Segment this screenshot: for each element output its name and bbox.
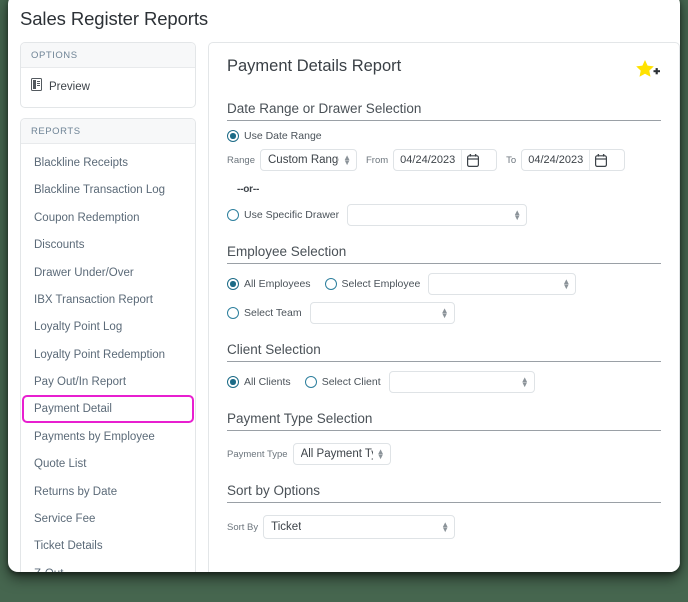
sidebar-item-preview[interactable]: Preview [21, 73, 195, 100]
sidebar-report-item[interactable]: Discounts [22, 231, 194, 258]
sidebar-report-item[interactable]: Coupon Redemption [22, 204, 194, 231]
sidebar-report-item[interactable]: Z-Out [22, 560, 194, 572]
payment-type-label: Payment Type [227, 448, 288, 460]
content-area: OPTIONS Preview REPORTS Blackline Receip… [8, 30, 680, 572]
employee-select[interactable]: ▲ ▼ [428, 273, 577, 295]
chevron-updown-icon: ▲ ▼ [513, 208, 522, 222]
reports-panel: REPORTS Blackline Receipts Blackline Tran… [20, 118, 196, 572]
range-select[interactable]: Custom Range ▲ ▼ [260, 149, 357, 171]
from-date-input[interactable]: 04/24/2023 [393, 149, 498, 171]
radio-select-employee-label[interactable]: Select Employee [342, 278, 421, 290]
sort-by-row: Sort By Ticket ▲ ▼ [227, 515, 661, 539]
sort-by-label: Sort By [227, 521, 259, 533]
sidebar-report-item[interactable]: Payment Detail [22, 395, 194, 423]
client-radio-row: All Clients Select Client ▲ ▼ [227, 371, 661, 393]
options-panel: OPTIONS Preview [20, 42, 196, 108]
radio-use-specific-drawer[interactable] [227, 209, 239, 221]
radio-use-date-range-label[interactable]: Use Date Range [244, 130, 322, 142]
employee-radio-row-2: Select Team ▲ ▼ [227, 302, 661, 324]
section-title-payment-type: Payment Type Selection [227, 411, 661, 431]
use-specific-drawer-row: Use Specific Drawer ▲ ▼ [227, 204, 661, 226]
reports-panel-header: REPORTS [21, 119, 195, 144]
calendar-icon[interactable] [461, 150, 484, 170]
radio-all-employees[interactable] [227, 278, 239, 290]
radio-select-client-label[interactable]: Select Client [322, 376, 381, 388]
section-title-sort-by: Sort by Options [227, 483, 661, 503]
sidebar-report-item[interactable]: IBX Transaction Report [22, 286, 194, 313]
client-select[interactable]: ▲ ▼ [388, 371, 535, 393]
sort-by-select[interactable]: Ticket ▲ ▼ [263, 515, 456, 539]
radio-select-client[interactable] [304, 376, 317, 388]
sidebar-report-item[interactable]: Quote List [22, 450, 194, 477]
section-title-employee: Employee Selection [227, 244, 661, 264]
sidebar-item-preview-label: Preview [49, 81, 90, 93]
from-label: From [366, 154, 389, 166]
date-range-fields-row: Range Custom Range ▲ ▼ From 04/24/2023 T… [227, 149, 661, 171]
to-date-input[interactable]: 04/24/2023 [521, 149, 626, 171]
main-header: Payment Details Report [227, 57, 661, 83]
sidebar-report-item[interactable]: Ticket Details [22, 532, 194, 559]
range-label: Range [227, 154, 255, 166]
sidebar-report-item[interactable]: Loyalty Point Redemption [22, 341, 194, 368]
payment-type-row: Payment Type All Payment Types ▲▼ [227, 443, 661, 465]
page-title: Sales Register Reports [20, 8, 209, 29]
section-title-client: Client Selection [227, 342, 661, 362]
chevron-updown-icon: ▲ ▼ [440, 306, 449, 320]
payment-type-select-value: All Payment Types [300, 448, 373, 460]
or-separator: --or-- [237, 184, 260, 195]
drawer-select[interactable]: ▲ ▼ [347, 204, 528, 226]
sort-by-select-value: Ticket [271, 521, 302, 533]
options-panel-body: Preview [21, 68, 195, 107]
radio-use-specific-drawer-label[interactable]: Use Specific Drawer [244, 209, 339, 221]
radio-select-team-label[interactable]: Select Team [244, 307, 302, 319]
report-document-icon [31, 78, 42, 96]
sidebar-report-item[interactable]: Service Fee [22, 505, 194, 532]
chevron-updown-icon: ▲ ▼ [562, 277, 571, 291]
options-panel-header: OPTIONS [21, 43, 195, 68]
radio-use-date-range[interactable] [227, 130, 239, 142]
sidebar-report-item[interactable]: Pay Out/In Report [22, 368, 194, 395]
to-label: To [506, 154, 517, 166]
team-select[interactable]: ▲ ▼ [309, 302, 455, 324]
payment-type-select[interactable]: All Payment Types ▲▼ [292, 443, 391, 465]
sidebar-report-item[interactable]: Payments by Employee [22, 423, 194, 450]
radio-all-employees-label[interactable]: All Employees [244, 278, 311, 290]
employee-radio-row-1: All Employees Select Employee ▲ ▼ [227, 273, 661, 295]
to-date-value: 04/24/2023 [528, 154, 584, 166]
radio-select-employee[interactable] [324, 278, 337, 290]
chevron-updown-icon: ▲ ▼ [343, 153, 351, 167]
radio-all-clients-label[interactable]: All Clients [244, 376, 291, 388]
use-date-range-row: Use Date Range [227, 130, 661, 142]
sidebar-report-item[interactable]: Returns by Date [22, 478, 194, 505]
chevron-updown-icon: ▲ ▼ [376, 447, 385, 461]
radio-select-team[interactable] [227, 307, 239, 319]
main-panel: Payment Details Report Date Range or Dra… [208, 42, 680, 572]
sidebar-report-item[interactable]: Blackline Receipts [22, 149, 194, 176]
star-plus-icon[interactable] [635, 57, 661, 83]
chevron-updown-icon: ▲ ▼ [520, 375, 529, 389]
app-window: Sales Register Reports OPTIONS Preview R… [8, 0, 680, 572]
sidebar-report-item[interactable]: Loyalty Point Log [22, 313, 194, 340]
reports-list: Blackline Receipts Blackline Transaction … [21, 144, 195, 572]
range-select-value: Custom Range [268, 154, 340, 166]
report-title: Payment Details Report [227, 57, 402, 75]
calendar-icon[interactable] [589, 150, 612, 170]
sidebar: OPTIONS Preview REPORTS Blackline Receip… [20, 42, 196, 572]
chevron-updown-icon: ▲ ▼ [441, 520, 450, 534]
from-date-value: 04/24/2023 [400, 154, 456, 166]
sidebar-report-item[interactable]: Blackline Transaction Log [22, 176, 194, 203]
radio-all-clients[interactable] [227, 376, 239, 388]
sidebar-report-item[interactable]: Drawer Under/Over [22, 259, 194, 286]
section-title-date-range: Date Range or Drawer Selection [227, 101, 661, 121]
